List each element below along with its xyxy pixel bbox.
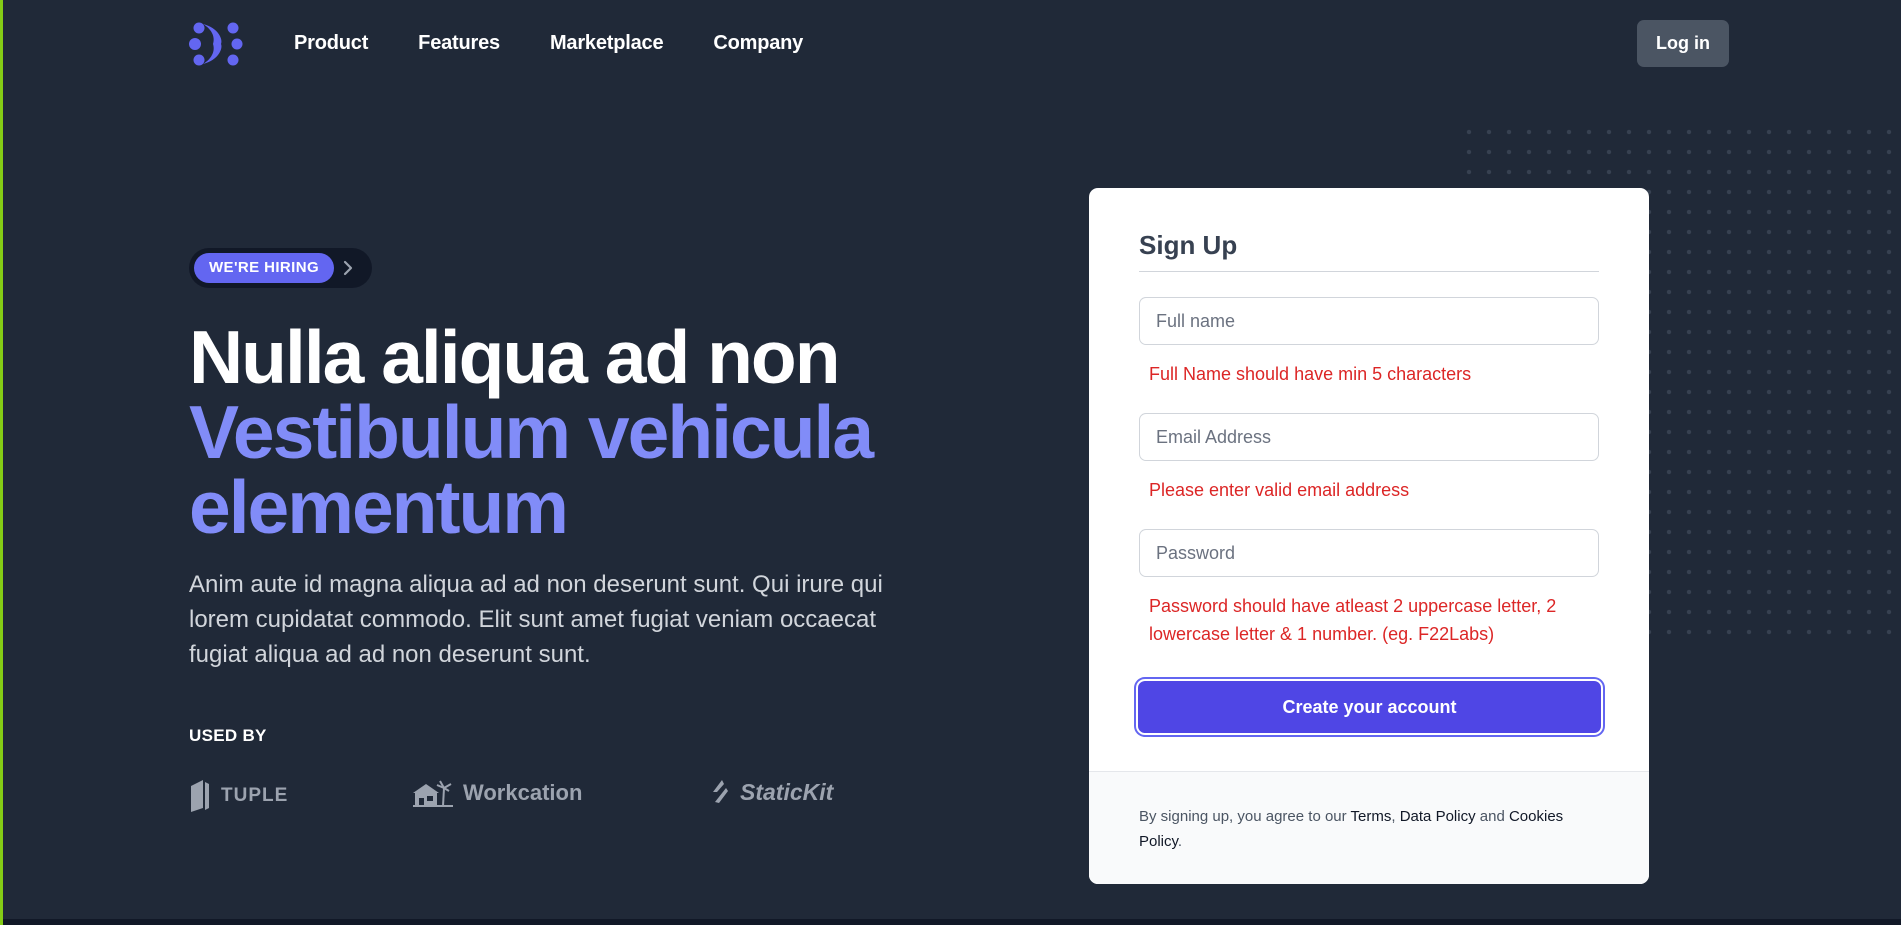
terms-prefix: By signing up, you agree to our (1139, 808, 1351, 825)
data-policy-link[interactable]: Data Policy (1400, 808, 1476, 825)
signup-title: Sign Up (1139, 230, 1238, 260)
tuple-logo-icon (191, 780, 209, 812)
create-account-button[interactable]: Create your account (1138, 681, 1601, 733)
fullname-error: Full Name should have min 5 characters (1149, 364, 1472, 384)
brand-statickit-name: StaticKit (740, 778, 834, 805)
hero-title-line-2: Vestibulum vehicula (189, 390, 874, 474)
signup-card: Sign Up Full Name should have min 5 char… (1089, 188, 1649, 884)
terms-comma: , (1391, 808, 1400, 825)
brand-tuple: TUPLE (189, 778, 288, 814)
brand-statickit: StaticKit (710, 778, 833, 806)
nav-features[interactable]: Features (418, 32, 500, 55)
brand-tuple-name: TUPLE (221, 785, 289, 806)
landing-page: Product Features Marketplace Company Log… (0, 0, 1901, 925)
hiring-badge: WE'RE HIRING (194, 253, 335, 283)
brand-workcation-name: Workcation (463, 780, 583, 805)
nav-company[interactable]: Company (713, 32, 803, 55)
statickit-logo-icon (713, 780, 728, 803)
fullname-input[interactable] (1139, 297, 1599, 345)
chevron-right-icon (343, 260, 353, 276)
signup-footer: By signing up, you agree to our Terms, D… (1089, 771, 1649, 884)
nav-product[interactable]: Product (294, 32, 368, 55)
workcation-logo-icon (413, 780, 453, 807)
main-nav: Product Features Marketplace Company (294, 32, 853, 55)
title-divider (1139, 271, 1599, 272)
password-input[interactable] (1139, 529, 1599, 577)
terms-notice: By signing up, you agree to our Terms, D… (1139, 804, 1599, 854)
hero-title-line-3: elementum (189, 465, 569, 549)
terms-link[interactable]: Terms (1351, 808, 1392, 825)
bottom-strip (3, 919, 1901, 925)
logo-icon[interactable] (189, 18, 243, 70)
used-by-label: USED BY (189, 726, 267, 745)
login-button[interactable]: Log in (1637, 20, 1729, 67)
email-input[interactable] (1139, 413, 1599, 461)
terms-and: and (1475, 808, 1509, 825)
hero-description: Anim aute id magna aliqua ad ad non dese… (189, 571, 883, 668)
hero-title-line-1: Nulla aliqua ad non (189, 315, 841, 399)
nav-marketplace[interactable]: Marketplace (550, 32, 664, 55)
terms-period: . (1177, 833, 1183, 850)
email-error: Please enter valid email address (1149, 480, 1410, 500)
hero-title: Nulla aliqua ad non Vestibulum vehicula … (189, 320, 989, 545)
brand-workcation: Workcation (413, 778, 582, 808)
password-error: Password should have atleast 2 uppercase… (1149, 596, 1557, 644)
